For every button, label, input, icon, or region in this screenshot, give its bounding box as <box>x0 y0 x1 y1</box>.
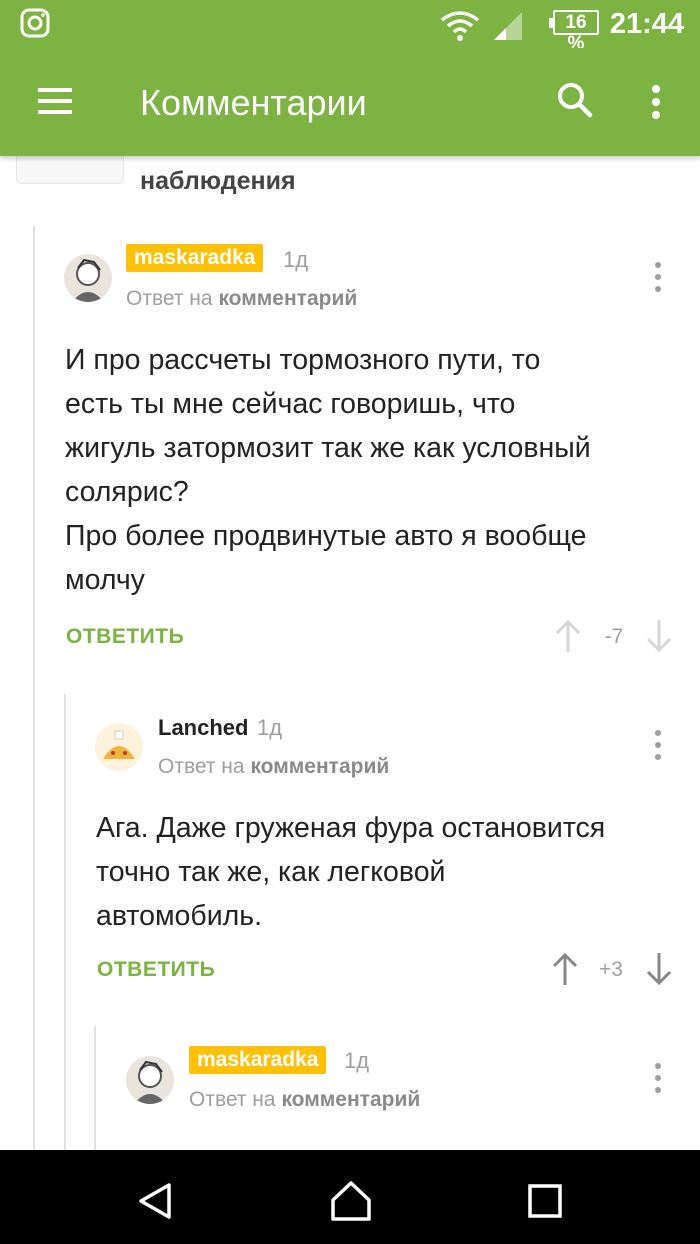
reply-to: Ответ на комментарий <box>158 755 389 779</box>
signal-icon <box>494 12 522 40</box>
comment-age: 1д <box>344 1048 370 1073</box>
instagram-icon <box>20 8 50 38</box>
more-vert-icon[interactable] <box>653 1063 663 1095</box>
status-bar: 16 % 21:44 <box>0 0 700 54</box>
back-icon[interactable] <box>137 1182 173 1220</box>
arrow-up-icon[interactable] <box>552 952 578 986</box>
reply-button[interactable]: ОТВЕТИТЬ <box>97 958 215 982</box>
author-name[interactable]: maskaradka <box>189 1046 327 1074</box>
reply-to-link[interactable]: комментарий <box>218 287 357 310</box>
avatar[interactable] <box>126 1056 174 1104</box>
reply-to: Ответ на комментарий <box>126 287 357 311</box>
avatar[interactable] <box>95 723 143 771</box>
thread-line <box>94 1026 96 1150</box>
author-name[interactable]: maskaradka <box>126 244 264 272</box>
battery-icon: 16 % <box>549 10 599 54</box>
reply-button[interactable]: ОТВЕТИТЬ <box>66 625 184 649</box>
comment-age: 1д <box>257 715 283 740</box>
app-bar: Комментарии <box>0 48 700 156</box>
avatar[interactable] <box>64 254 112 302</box>
comment-body: Ага. Даже груженая фура остановится точн… <box>96 812 606 932</box>
more-vert-icon[interactable] <box>653 730 663 762</box>
author-name[interactable]: Lanched <box>158 715 248 741</box>
arrow-up-icon[interactable] <box>555 619 581 653</box>
thread-line <box>64 694 66 1150</box>
thread-line <box>33 226 35 1150</box>
more-vert-icon[interactable] <box>650 84 662 120</box>
search-icon[interactable] <box>557 82 593 118</box>
reply-to-link[interactable]: комментарий <box>281 1088 420 1111</box>
arrow-down-icon[interactable] <box>646 952 672 986</box>
page-title: Комментарии <box>140 82 367 123</box>
vote-score: -7 <box>604 625 624 648</box>
reply-to: Ответ на комментарий <box>189 1088 420 1112</box>
avatar-image <box>95 723 143 771</box>
more-vert-icon[interactable] <box>653 262 663 294</box>
avatar-image <box>64 254 112 302</box>
previous-comment-icon <box>16 156 124 184</box>
navigation-bar <box>0 1150 700 1244</box>
status-time: 21:44 <box>609 8 684 40</box>
comment-body: И про рассчеты тормозного пути, то есть … <box>65 344 591 596</box>
home-icon[interactable] <box>329 1180 373 1222</box>
comments-list: наблюдения maskaradka 1д Ответ на коммен… <box>0 156 700 1150</box>
previous-comment-text: наблюдения <box>140 167 296 195</box>
menu-icon[interactable] <box>38 88 72 114</box>
reply-to-prefix: Ответ на <box>158 755 245 778</box>
reply-to-prefix: Ответ на <box>126 287 213 310</box>
wifi-icon <box>440 11 480 41</box>
arrow-down-icon[interactable] <box>646 619 672 653</box>
comment-age: 1д <box>283 247 309 272</box>
reply-to-link[interactable]: комментарий <box>250 755 389 778</box>
vote-score: +3 <box>599 958 623 981</box>
avatar-image <box>126 1056 174 1104</box>
reply-to-prefix: Ответ на <box>189 1088 276 1111</box>
recents-icon[interactable] <box>527 1183 563 1219</box>
